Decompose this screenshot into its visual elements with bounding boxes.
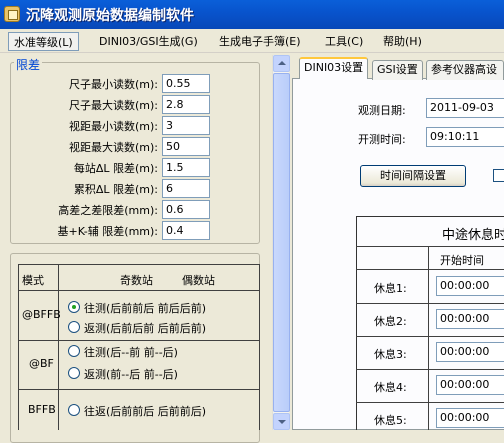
rest-time-input[interactable]: 00:00:00 — [436, 408, 504, 428]
min-rod-label: 尺子最小读数(m): — [68, 78, 158, 91]
table-divider — [356, 303, 504, 304]
menu-help[interactable]: 帮助(H) — [378, 32, 427, 51]
limits-legend: 限差 — [14, 56, 43, 73]
rest-time-input[interactable]: 00:00:00 — [436, 309, 504, 329]
menu-dini03-gsi[interactable]: DINI03/GSI生成(G) — [94, 32, 203, 51]
mode-name: @BF — [29, 357, 54, 370]
min-distance-input[interactable] — [162, 116, 210, 135]
radio-label[interactable]: 返测(前--后 前--后) — [84, 366, 178, 382]
rest-row-label: 休息3: — [374, 348, 407, 361]
rest-time-input[interactable]: 00:00:00 — [436, 276, 504, 296]
radio-label[interactable]: 往测(后--前 前--后) — [84, 344, 178, 360]
left-panel-scrollbar[interactable] — [272, 55, 290, 430]
tab-dini03[interactable]: DINI03设置 — [299, 57, 369, 79]
mode-name: BFFB — [28, 403, 56, 416]
radio-button[interactable] — [68, 301, 80, 313]
radio-label[interactable]: 返测(后前后前 后前后前) — [84, 320, 206, 336]
tab-gsi[interactable]: GSI设置 — [372, 60, 423, 80]
base-aux-input[interactable] — [162, 221, 210, 240]
radio-button[interactable] — [68, 367, 80, 379]
start-time-input[interactable]: 09:10:11 — [426, 127, 504, 147]
menu-level[interactable]: 水准等级(L) — [8, 32, 79, 51]
table-divider — [356, 269, 504, 270]
scroll-up-icon[interactable] — [273, 55, 290, 72]
radio-label[interactable]: 往测(后前前后 前后后前) — [84, 300, 206, 316]
table-divider — [18, 389, 260, 390]
table-divider — [18, 290, 260, 291]
table-divider — [356, 369, 504, 370]
odd-station-header: 奇数站 — [120, 274, 153, 287]
rest-time-input[interactable]: 00:00:00 — [436, 375, 504, 395]
max-rod-input[interactable] — [162, 95, 210, 114]
min-rod-input[interactable] — [162, 74, 210, 93]
cumulative-dl-input[interactable] — [162, 179, 210, 198]
max-distance-label: 视距最大读数(m): — [68, 141, 158, 154]
menu-e-handbook[interactable]: 生成电子手簿(E) — [214, 32, 306, 51]
observe-date-label: 观测日期: — [358, 104, 406, 117]
radio-button[interactable] — [68, 321, 80, 333]
radio-button[interactable] — [68, 345, 80, 357]
table-divider — [18, 340, 260, 341]
rest-row-label: 休息2: — [374, 315, 407, 328]
interval-settings-button[interactable]: 时间间隔设置 — [360, 165, 466, 187]
max-rod-label: 尺子最大读数(m): — [68, 99, 158, 112]
base-aux-label: 基+K-辅 限差(mm): — [57, 225, 158, 238]
height-diff-input[interactable] — [162, 200, 210, 219]
radio-label[interactable]: 往返(后前前后 后前前后) — [84, 403, 206, 419]
table-divider — [58, 264, 59, 430]
table-divider — [356, 246, 504, 247]
tab-reference-height[interactable]: 参考仪器高设 — [426, 60, 504, 80]
start-time-label: 开测时间: — [358, 133, 406, 146]
rest-table-title: 中途休息时 — [442, 228, 504, 243]
table-divider — [356, 402, 504, 403]
radio-button[interactable] — [68, 404, 80, 416]
app-icon — [4, 6, 20, 22]
mode-header: 模式 — [22, 274, 44, 287]
min-distance-label: 视距最小读数(m): — [68, 120, 158, 133]
station-dl-input[interactable] — [162, 158, 210, 177]
max-distance-input[interactable] — [162, 137, 210, 156]
start-time-header: 开始时间 — [440, 254, 484, 267]
station-dl-label: 每站ΔL 限差(m): — [73, 162, 158, 175]
window-title: 沉降观测原始数据编制软件 — [26, 8, 194, 24]
even-station-header: 偶数站 — [182, 274, 215, 287]
height-diff-label: 高差之差限差(mm): — [58, 204, 158, 217]
rest-time-input[interactable]: 00:00:00 — [436, 342, 504, 362]
checkbox[interactable] — [493, 169, 504, 182]
rest-row-label: 休息4: — [374, 381, 407, 394]
scroll-down-icon[interactable] — [273, 413, 290, 430]
table-divider — [356, 336, 504, 337]
observe-date-input[interactable]: 2011-09-03 — [426, 98, 504, 118]
menu-tools[interactable]: 工具(C) — [320, 32, 368, 51]
rest-row-label: 休息1: — [374, 282, 407, 295]
rest-row-label: 休息5: — [374, 414, 407, 427]
cumulative-dl-label: 累积ΔL 限差(m): — [73, 183, 158, 196]
scrollbar-thumb[interactable] — [273, 73, 290, 412]
mode-name: @BFFB — [22, 308, 61, 321]
